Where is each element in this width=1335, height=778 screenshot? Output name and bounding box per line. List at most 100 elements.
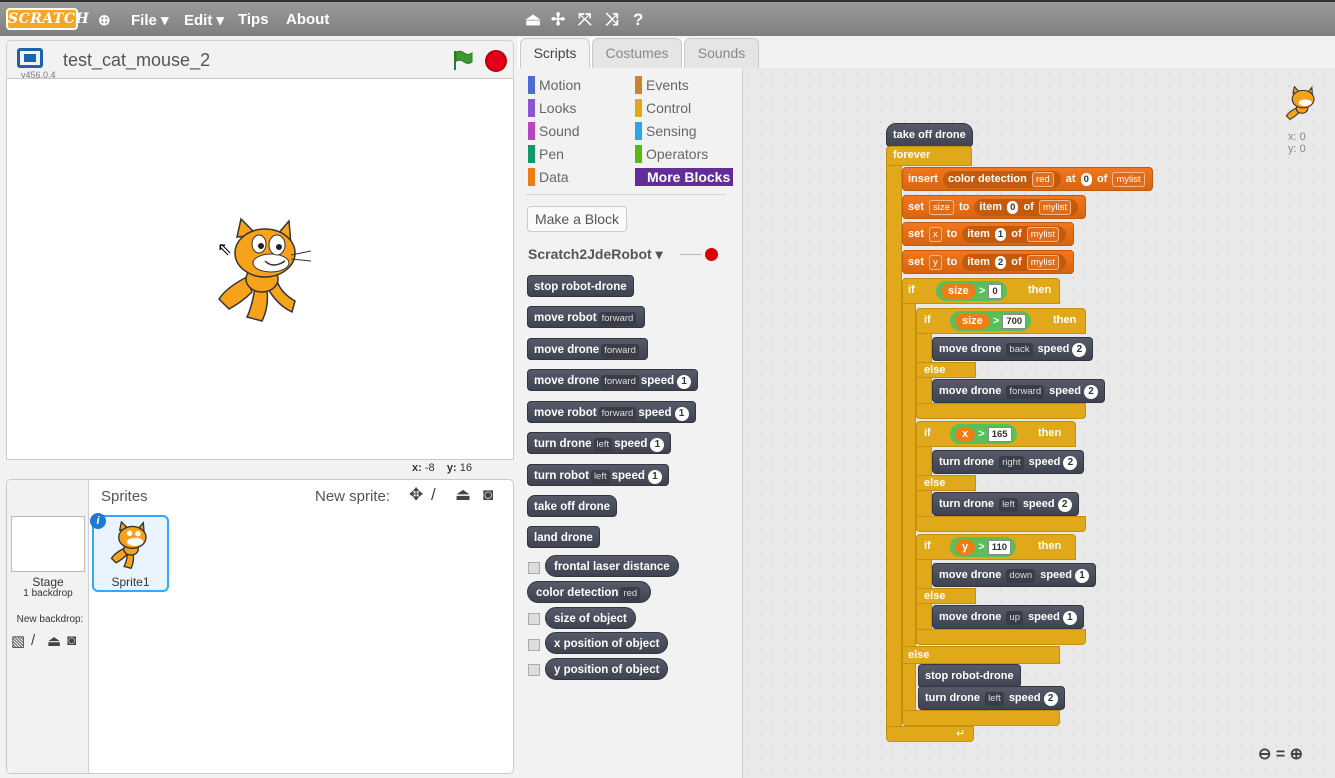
block-take-off-drone[interactable]: take off drone <box>527 495 618 517</box>
cut-icon[interactable]: ✢ <box>551 10 565 30</box>
tab-sounds[interactable]: Sounds <box>684 38 759 68</box>
script-set-x-block[interactable]: set x to item 1 of mylist <box>902 222 1075 246</box>
grow-icon[interactable]: ⤧ <box>578 10 592 30</box>
zoom-reset-icon[interactable]: = <box>1276 746 1285 763</box>
upload-icon[interactable]: ⏏ <box>47 632 61 650</box>
camera-icon[interactable]: ◙ <box>67 632 76 649</box>
block-land-drone[interactable]: land drone <box>527 526 600 548</box>
category-sound[interactable]: Sound <box>528 122 579 140</box>
sprites-title: Sprites <box>101 488 148 505</box>
condition-x-gt-165[interactable]: x > 165 <box>950 424 1017 444</box>
menu-edit[interactable]: Edit ▾ <box>184 11 224 29</box>
upload-sprite-icon[interactable]: ⏏ <box>455 485 471 505</box>
reporter-y-position-of-object[interactable]: y position of object <box>545 658 669 680</box>
condition-y-gt-110[interactable]: y > 110 <box>950 537 1017 557</box>
script-insert-block[interactable]: insert color detection red at 0 of mylis… <box>902 167 1153 191</box>
stage-thumbnail[interactable] <box>11 516 85 572</box>
block-turn-drone[interactable]: turn drone left speed 1 <box>527 432 672 454</box>
extension-status-indicator <box>705 248 718 261</box>
category-pen[interactable]: Pen <box>528 145 564 163</box>
menu-tips[interactable]: Tips <box>238 11 269 28</box>
if-label: if <box>924 314 931 326</box>
menu-about[interactable]: About <box>286 11 329 28</box>
stage-header: test_cat_mouse_2 v456.0.4 <box>6 40 514 80</box>
reporter-color-detection[interactable]: color detection red <box>527 581 652 603</box>
block-stop-robot-drone[interactable]: stop robot-drone <box>527 275 634 297</box>
script-turn-drone-right[interactable]: turn drone right speed 2 <box>932 450 1085 474</box>
category-sensing[interactable]: Sensing <box>635 122 697 140</box>
fullscreen-icon[interactable] <box>17 48 43 68</box>
else-label: else <box>924 477 946 489</box>
make-a-block-button[interactable]: Make a Block <box>527 206 627 232</box>
sprite-pane: Stage 1 backdrop New backdrop: ▧ / ⏏ ◙ S… <box>6 479 514 774</box>
checkbox-size-of-object[interactable] <box>528 613 540 625</box>
paint-icon[interactable]: / <box>31 632 35 649</box>
menu-file[interactable]: File ▾ <box>131 11 169 29</box>
current-sprite-icon <box>1285 85 1315 121</box>
zoom-controls: ⊖ = ⊕ <box>1258 744 1303 764</box>
category-data[interactable]: Data <box>528 168 569 186</box>
else-label: else <box>924 590 946 602</box>
checkbox-x-position[interactable] <box>528 639 540 651</box>
script-turn-drone-left-2[interactable]: turn drone left speed 2 <box>918 686 1065 710</box>
checkbox-y-position[interactable] <box>528 664 540 676</box>
block-move-drone[interactable]: move drone forward <box>527 338 648 360</box>
zoom-out-icon[interactable]: ⊖ <box>1258 746 1271 763</box>
reporter-x-position-of-object[interactable]: x position of object <box>545 632 669 654</box>
extension-name[interactable]: Scratch2JdeRobot ▾ <box>528 246 663 263</box>
script-move-drone-down[interactable]: move drone down speed 1 <box>932 563 1096 587</box>
shrink-icon[interactable]: ⤨ <box>605 10 619 30</box>
cat-sprite-icon[interactable] <box>207 217 317 327</box>
script-move-drone-forward[interactable]: move drone forward speed 2 <box>932 379 1105 403</box>
cursor-icon: ⇖ <box>217 239 233 259</box>
zoom-in-icon[interactable]: ⊕ <box>1290 746 1303 763</box>
script-turn-drone-left[interactable]: turn drone left speed 2 <box>932 492 1079 516</box>
block-move-robot[interactable]: move robot forward <box>527 306 646 328</box>
tab-scripts[interactable]: Scripts <box>520 38 590 68</box>
block-turn-robot[interactable]: turn robot left speed 1 <box>527 464 669 486</box>
condition-size-gt-0[interactable]: size > 0 <box>936 281 1007 301</box>
stage-coordinates: x: -8 y: 16 <box>412 462 472 474</box>
category-looks[interactable]: Looks <box>528 99 576 117</box>
script-move-drone-back[interactable]: move drone back speed 2 <box>932 337 1094 361</box>
stop-icon[interactable] <box>485 50 507 72</box>
condition-size-gt-700[interactable]: size > 700 <box>950 311 1032 331</box>
script-set-size-block[interactable]: set size to item 0 of mylist <box>902 195 1087 219</box>
category-more-blocks[interactable]: More Blocks <box>635 168 733 186</box>
reporter-size-of-object[interactable]: size of object <box>545 607 636 629</box>
green-flag-icon[interactable] <box>451 49 473 71</box>
sprite-library-icon[interactable]: ✥ <box>409 485 423 505</box>
stage-selector[interactable]: Stage 1 backdrop New backdrop: ▧ / ⏏ ◙ <box>7 480 89 773</box>
info-icon[interactable]: i <box>90 513 106 529</box>
sprite1-label: Sprite1 <box>111 575 150 589</box>
script-set-y-block[interactable]: set y to item 2 of mylist <box>902 250 1075 274</box>
script-stop-robot-drone[interactable]: stop robot-drone <box>918 664 1021 688</box>
checkbox-frontal-laser[interactable] <box>528 562 540 574</box>
block-move-robot-speed[interactable]: move robot forward speed 1 <box>527 401 696 423</box>
palette-body: Motion Looks Sound Pen Data Events Contr… <box>518 68 743 778</box>
sprite1-thumbnail-icon <box>110 521 147 570</box>
category-control[interactable]: Control <box>635 99 691 117</box>
scratch-logo[interactable]: SCRATCH <box>6 8 89 30</box>
paint-sprite-icon[interactable]: / <box>431 485 436 505</box>
duplicate-icon[interactable]: ⏏ <box>525 10 541 30</box>
script-move-drone-up[interactable]: move drone up speed 1 <box>932 605 1084 629</box>
if-bottom <box>916 629 1086 645</box>
if-label: if <box>908 284 915 296</box>
camera-sprite-icon[interactable]: ◙ <box>483 485 493 505</box>
project-title[interactable]: test_cat_mouse_2 <box>63 50 210 71</box>
category-operators[interactable]: Operators <box>635 145 708 163</box>
if-label: if <box>924 427 931 439</box>
category-events[interactable]: Events <box>635 76 689 94</box>
script-hat-take-off-drone[interactable]: take off drone <box>886 123 973 147</box>
block-move-drone-speed[interactable]: move drone forward speed 1 <box>527 369 699 391</box>
then-label: then <box>1028 284 1052 296</box>
globe-icon[interactable]: ⊕ <box>98 11 111 29</box>
reporter-frontal-laser-distance[interactable]: frontal laser distance <box>545 555 679 577</box>
stage-canvas[interactable]: ⇖ <box>6 78 514 460</box>
backdrop-library-icon[interactable]: ▧ <box>11 632 25 650</box>
help-icon[interactable]: ? <box>633 10 643 30</box>
category-motion[interactable]: Motion <box>528 76 581 94</box>
tab-costumes[interactable]: Costumes <box>592 38 682 68</box>
sprite-position: x: 0 y: 0 <box>1288 131 1306 155</box>
